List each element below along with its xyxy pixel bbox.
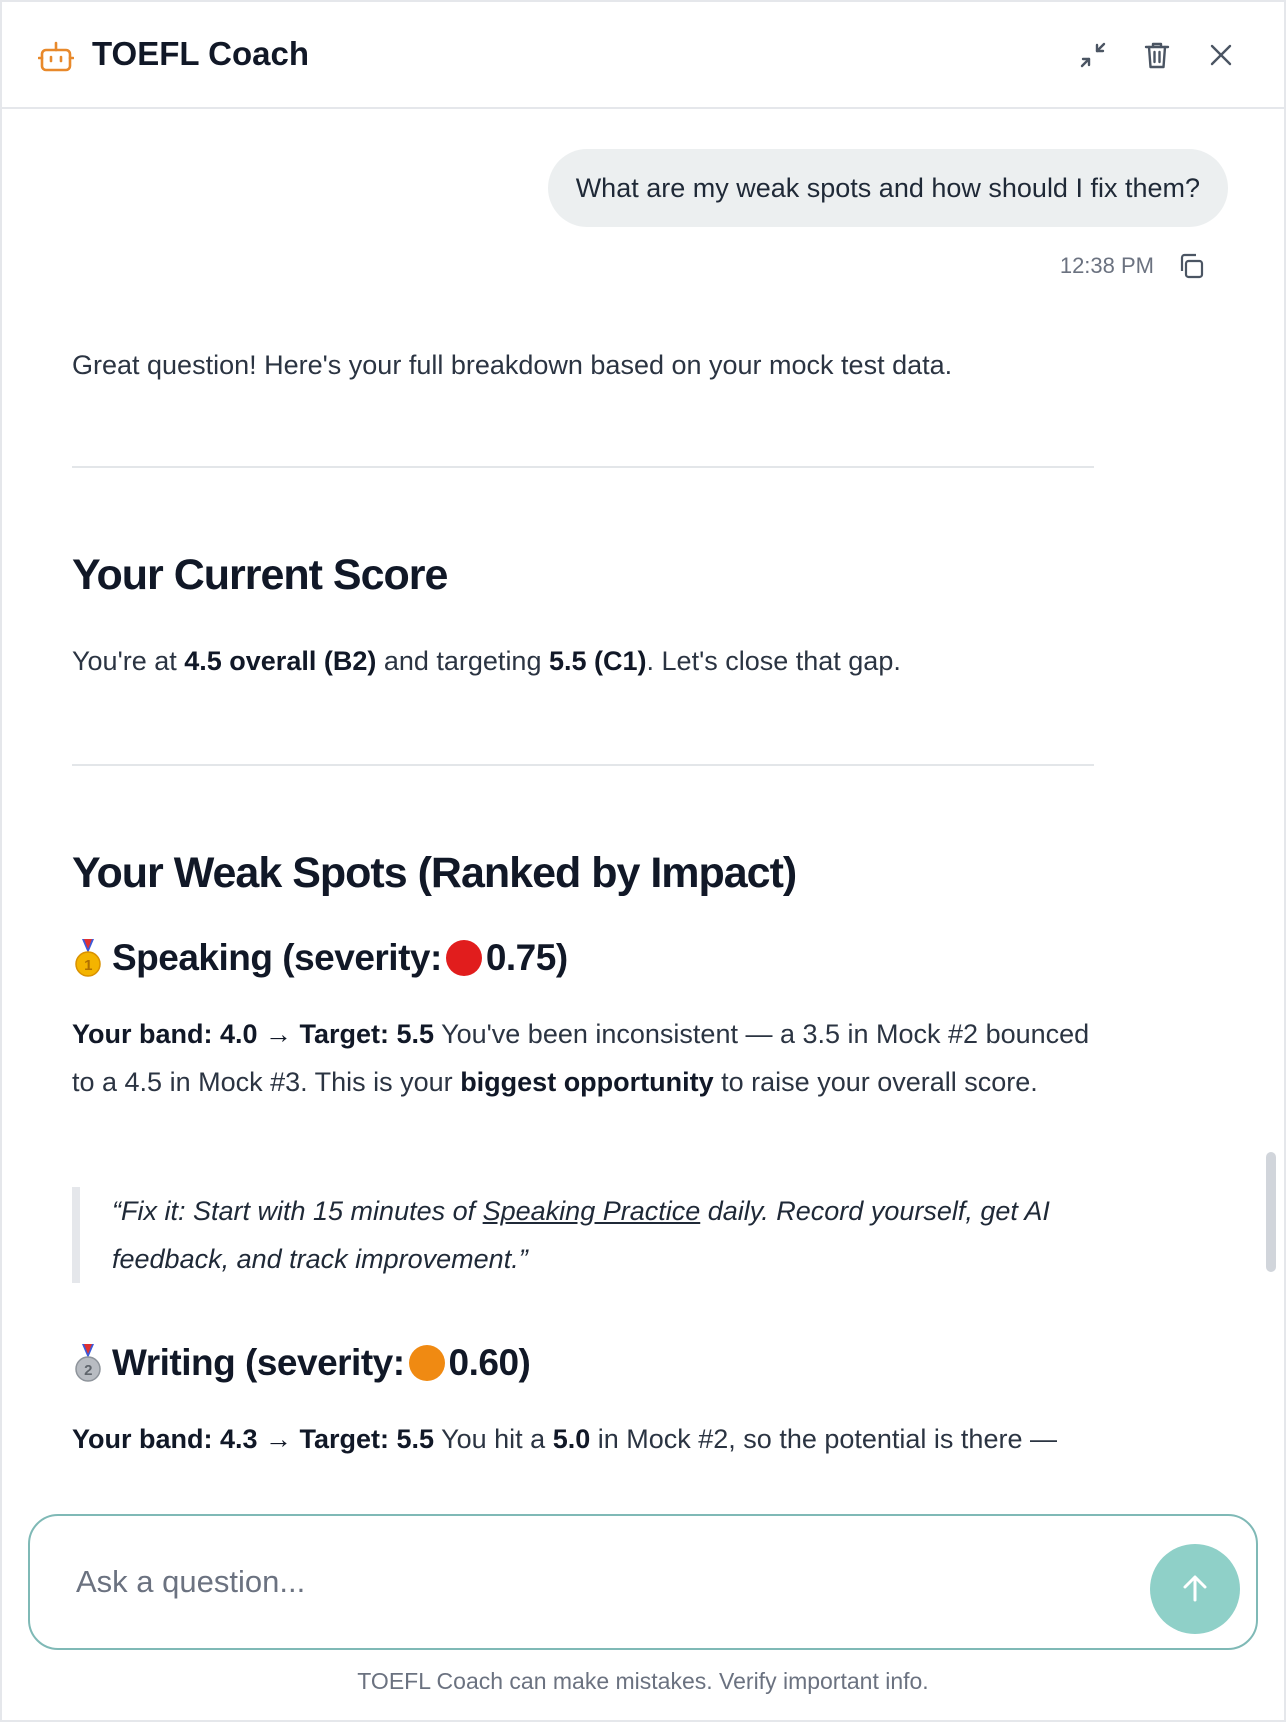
question-input[interactable]: [76, 1554, 1076, 1610]
robot-icon: [38, 41, 74, 72]
arrow-up-icon: [1183, 1575, 1207, 1602]
orange-circle-icon: [408, 1345, 445, 1381]
divider: [72, 466, 1094, 468]
chat-title: TOEFL Coach: [92, 35, 309, 72]
writing-severity: 0.60): [448, 1342, 531, 1383]
red-circle-icon: [445, 940, 482, 976]
writing-heading: 2 Writing (severity: 0.60): [72, 1342, 531, 1384]
svg-text:2: 2: [84, 1362, 92, 1379]
minimize-button[interactable]: [1074, 36, 1112, 74]
copy-icon[interactable]: [1176, 251, 1206, 281]
divider: [72, 764, 1094, 766]
close-button[interactable]: [1202, 36, 1240, 74]
gold-medal-icon: 1: [75, 939, 101, 977]
minimize-icon: [1080, 42, 1106, 68]
send-button[interactable]: [1150, 1544, 1240, 1634]
chat-header: TOEFL Coach: [2, 2, 1284, 109]
trash-icon: [1144, 42, 1170, 69]
delete-button[interactable]: [1138, 36, 1176, 74]
message-list[interactable]: What are my weak spots and how should I …: [2, 111, 1284, 1503]
message-timestamp: 12:38 PM: [1059, 253, 1154, 278]
speaking-severity: 0.75): [485, 937, 568, 978]
scrollbar-thumb[interactable]: [1266, 1152, 1276, 1272]
weak-spots-heading: Your Weak Spots (Ranked by Impact): [72, 849, 797, 897]
assistant-intro: Great question! Here's your full breakdo…: [72, 350, 953, 380]
user-message: What are my weak spots and how should I …: [547, 149, 1228, 227]
speaking-heading: 1 Speaking (severity: 0.75): [72, 937, 568, 979]
disclaimer-text: TOEFL Coach can make mistakes. Verify im…: [357, 1668, 929, 1694]
speaking-details: Your band: 4.0 → Target: 5.5 You've been…: [72, 1019, 1090, 1097]
speaking-practice-link[interactable]: Speaking Practice: [483, 1196, 701, 1226]
current-score-text: You're at 4.5 overall (B2) and targeting…: [72, 646, 901, 676]
silver-medal-icon: 2: [75, 1344, 101, 1382]
writing-details: Your band: 4.3 → Target: 5.5 You hit a 5…: [72, 1424, 1057, 1454]
close-icon: [1210, 44, 1232, 66]
message-composer: [28, 1514, 1258, 1650]
speaking-fix-quote: “Fix it: Start with 15 minutes of Speaki…: [72, 1187, 1094, 1283]
chat-panel: TOEFL Coach What are my weak spots and h…: [0, 0, 1286, 1722]
current-score-heading: Your Current Score: [72, 551, 448, 599]
message-meta: 12:38 PM: [1060, 251, 1206, 281]
svg-text:1: 1: [84, 957, 92, 974]
